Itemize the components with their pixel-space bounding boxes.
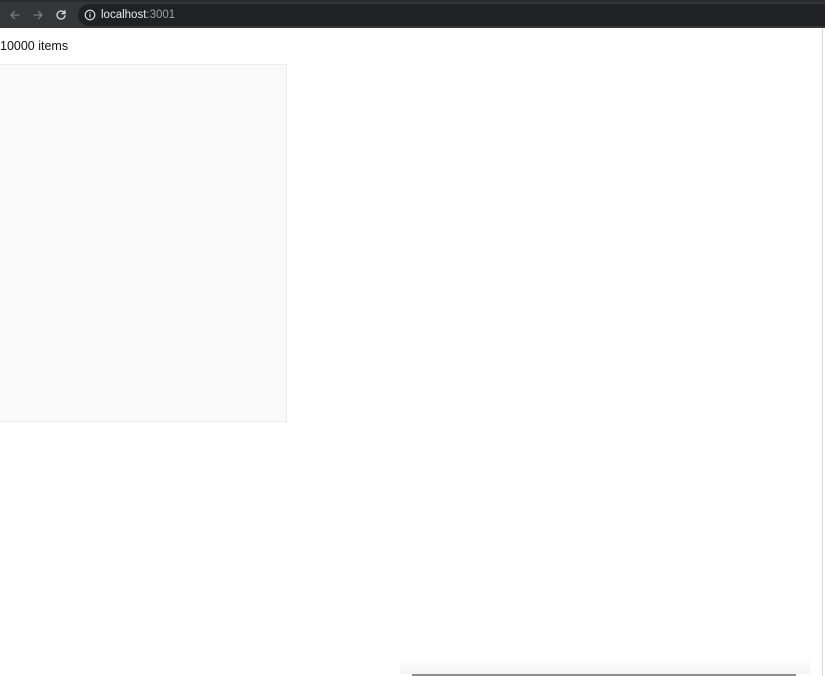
arrow-right-icon (33, 10, 43, 20)
info-icon[interactable] (84, 9, 96, 21)
url-text[interactable]: localhost:3001 (101, 8, 175, 22)
reload-icon (56, 9, 66, 20)
items-count-label: 10000 items (0, 39, 69, 53)
url-port: :3001 (146, 9, 176, 21)
bottom-shadow (400, 658, 810, 674)
url-host: localhost (101, 9, 147, 21)
arrow-left-icon (10, 10, 20, 20)
reload-button[interactable] (51, 5, 71, 25)
forward-button[interactable] (28, 5, 48, 25)
address-bar[interactable]: localhost:3001 (78, 4, 825, 26)
page-content: 10000 items (0, 28, 825, 676)
virtual-list-container[interactable] (0, 64, 287, 422)
back-button[interactable] (5, 5, 25, 25)
window-edge (822, 28, 823, 676)
browser-toolbar: localhost:3001 (0, 0, 825, 28)
